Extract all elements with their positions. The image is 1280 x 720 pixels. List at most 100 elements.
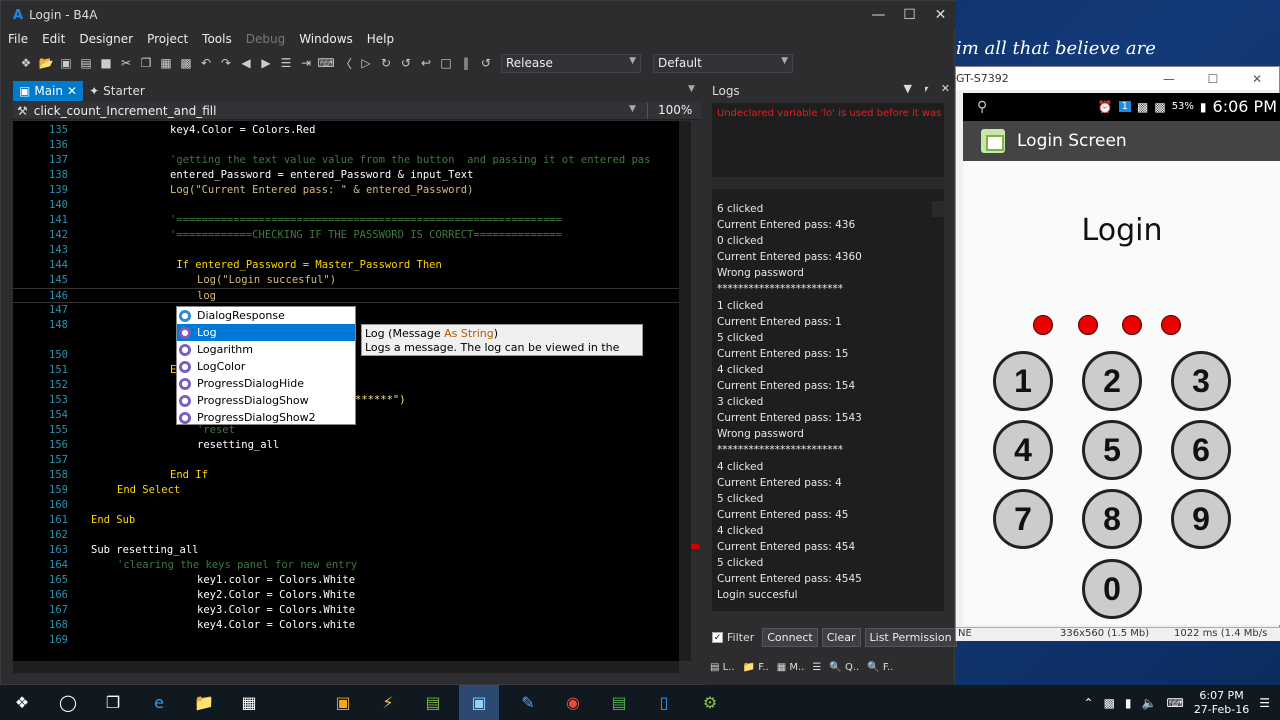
- b4a-taskbar-icon[interactable]: ▣: [459, 685, 499, 720]
- tab-libraries[interactable]: ▤ L..: [710, 662, 735, 673]
- config-select[interactable]: Default ▼: [653, 53, 793, 73]
- key-8-button[interactable]: 8: [1082, 489, 1142, 549]
- phone-mirror-icon[interactable]: ▯: [644, 685, 684, 720]
- tab-files[interactable]: 📁 F..: [743, 662, 769, 673]
- task-view-icon[interactable]: ❐: [93, 685, 133, 720]
- tab-main[interactable]: ▣ Main ✕: [13, 81, 84, 101]
- zoom-select[interactable]: 100%: [647, 103, 699, 119]
- stop-icon[interactable]: □: [437, 54, 455, 72]
- package-icon[interactable]: ▩: [177, 54, 195, 72]
- key-6-button[interactable]: 6: [1171, 420, 1231, 480]
- undo-icon[interactable]: ↶: [197, 54, 215, 72]
- image-viewer-icon[interactable]: ▤: [599, 685, 639, 720]
- paste-icon[interactable]: ▦: [157, 54, 175, 72]
- pause-icon[interactable]: ‖: [457, 54, 475, 72]
- key-2-button[interactable]: 2: [1082, 351, 1142, 411]
- battery-icon[interactable]: ▮: [1125, 696, 1132, 710]
- key-4-button[interactable]: 4: [993, 420, 1053, 480]
- notifications-icon[interactable]: ☰: [1259, 696, 1270, 710]
- close-icon[interactable]: ✕: [925, 1, 956, 29]
- step-out-icon[interactable]: ↩: [417, 54, 435, 72]
- phone-screen[interactable]: ⚲ ⏰ 1 ▩ ▩ 53% ▮ 6:06 PM Login Screen Log…: [963, 93, 1280, 625]
- comment-icon[interactable]: ⌨: [317, 54, 335, 72]
- menu-project[interactable]: Project: [140, 32, 195, 46]
- close-tab-icon[interactable]: ✕: [67, 84, 77, 98]
- sub-navigator[interactable]: ⚒ click_count_Increment_and_fill ▼ 100%: [13, 102, 701, 120]
- key-7-button[interactable]: 7: [993, 489, 1053, 549]
- minimize-icon[interactable]: —: [863, 1, 894, 29]
- tab-quick-search[interactable]: 🔍 Q..: [829, 662, 859, 673]
- tool-icon[interactable]: ⚡: [368, 685, 408, 720]
- cut-icon[interactable]: ✂: [117, 54, 135, 72]
- menu-file[interactable]: File: [1, 32, 35, 46]
- tab-find[interactable]: 🔍 F..: [867, 662, 893, 673]
- log-list[interactable]: 6 clicked Current Entered pass: 436 0 cl…: [712, 201, 944, 611]
- connect-button[interactable]: Connect: [762, 627, 818, 647]
- maximize-icon[interactable]: ☐: [1191, 67, 1235, 90]
- autocomplete-item[interactable]: ● ProgressDialogShow2: [177, 409, 355, 426]
- save-all-icon[interactable]: ▤: [77, 54, 95, 72]
- key-5-button[interactable]: 5: [1082, 420, 1142, 480]
- editor-vertical-scrollbar[interactable]: [679, 121, 691, 661]
- autocomplete-item[interactable]: ● ProgressDialogShow: [177, 392, 355, 409]
- run-icon[interactable]: ▷: [357, 54, 375, 72]
- forward-icon[interactable]: ▶: [257, 54, 275, 72]
- redo-icon[interactable]: ↷: [217, 54, 235, 72]
- log-vertical-scrollbar[interactable]: [932, 201, 944, 218]
- error-horizontal-scrollbar[interactable]: [712, 177, 944, 189]
- volume-icon[interactable]: 🔈: [1142, 696, 1157, 710]
- open-folder-icon[interactable]: 📂: [37, 54, 55, 72]
- step-over-icon[interactable]: ↺: [397, 54, 415, 72]
- autocomplete-list[interactable]: ● DialogResponse ● Log ● Logarithm ● LogColo…: [176, 306, 356, 425]
- minimize-icon[interactable]: —: [1147, 67, 1191, 90]
- save-icon[interactable]: ▣: [57, 54, 75, 72]
- autocomplete-item[interactable]: ● DialogResponse: [177, 307, 355, 324]
- menu-tools[interactable]: Tools: [195, 32, 239, 46]
- android-icon[interactable]: ⚙: [690, 685, 730, 720]
- file-explorer-icon[interactable]: 📁: [184, 685, 224, 720]
- back-icon[interactable]: ◀: [237, 54, 255, 72]
- chevron-up-icon[interactable]: ⌃: [1084, 696, 1094, 710]
- menu-designer[interactable]: Designer: [72, 32, 140, 46]
- menu-debug[interactable]: Debug: [239, 32, 292, 46]
- chrome-icon[interactable]: ◉: [553, 685, 593, 720]
- taskbar-clock[interactable]: 6:07 PM 27-Feb-16: [1194, 689, 1249, 717]
- copy-icon[interactable]: ❐: [137, 54, 155, 72]
- autocomplete-item[interactable]: ● LogColor: [177, 358, 355, 375]
- build-mode-select[interactable]: Release ▼: [501, 53, 641, 73]
- indent-icon[interactable]: ⇥: [297, 54, 315, 72]
- autocomplete-item-selected[interactable]: ● Log: [177, 324, 355, 341]
- refresh-icon[interactable]: ↺: [477, 54, 495, 72]
- autocomplete-item[interactable]: ● ProgressDialogHide: [177, 375, 355, 392]
- list-permissions-button[interactable]: List Permission: [864, 627, 957, 647]
- tab-modules[interactable]: ▦ M..: [777, 662, 805, 673]
- b4j-icon[interactable]: ▣: [323, 685, 363, 720]
- chevron-down-icon[interactable]: ▼: [904, 82, 912, 96]
- key-9-button[interactable]: 9: [1171, 489, 1231, 549]
- autocomplete-item[interactable]: ● Logarithm: [177, 341, 355, 358]
- menu-help[interactable]: Help: [360, 32, 401, 46]
- edge-browser-icon[interactable]: e: [139, 685, 179, 720]
- maximize-icon[interactable]: ☐: [894, 1, 925, 29]
- step-icon[interactable]: ↻: [377, 54, 395, 72]
- editor-horizontal-scrollbar[interactable]: [13, 661, 679, 673]
- keyboard-icon[interactable]: ⌨: [1166, 696, 1183, 710]
- paint-icon[interactable]: ✎: [508, 685, 548, 720]
- filter-checkbox[interactable]: ✓ Filter: [712, 631, 754, 644]
- windows-start-icon[interactable]: ❖: [2, 685, 42, 720]
- network-icon[interactable]: ▩: [1104, 696, 1115, 710]
- store-icon[interactable]: ▦: [229, 685, 269, 720]
- key-0-button[interactable]: 0: [1082, 559, 1142, 619]
- cortana-search-icon[interactable]: ◯: [48, 685, 88, 720]
- key-1-button[interactable]: 1: [993, 351, 1053, 411]
- new-file-icon[interactable]: ❖: [17, 54, 35, 72]
- lock-icon[interactable]: ■: [97, 54, 115, 72]
- uncomment-icon[interactable]: 〈: [337, 54, 355, 72]
- key-3-button[interactable]: 3: [1171, 351, 1231, 411]
- notepad-icon[interactable]: ▤: [413, 685, 453, 720]
- tab-starter[interactable]: ✦ Starter: [83, 81, 151, 101]
- clear-button[interactable]: Clear: [821, 627, 861, 647]
- menu-windows[interactable]: Windows: [292, 32, 360, 46]
- bookmark-icon[interactable]: ☰: [277, 54, 295, 72]
- close-icon[interactable]: ✕: [1235, 67, 1279, 90]
